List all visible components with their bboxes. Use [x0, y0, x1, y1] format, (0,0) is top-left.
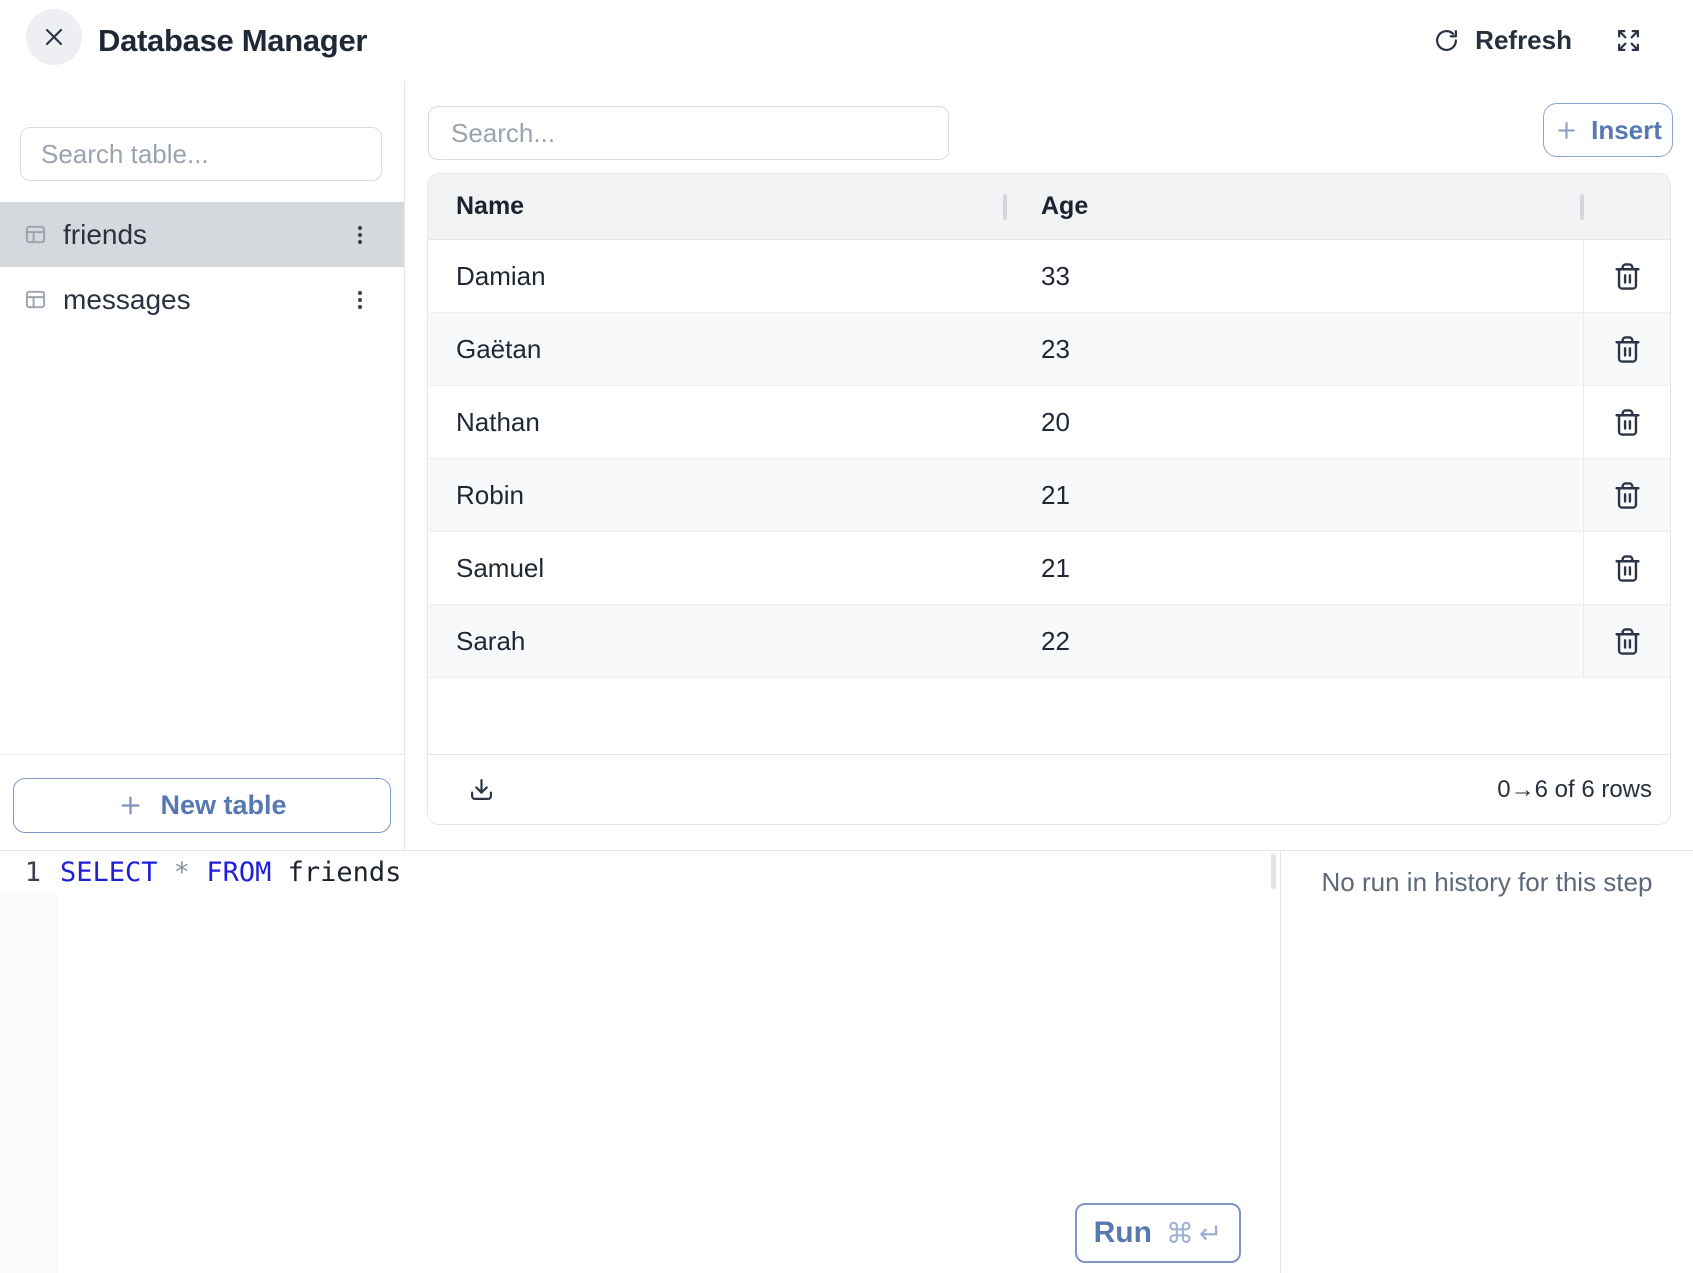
- row-actions: [1583, 313, 1670, 385]
- row-actions: [1583, 532, 1670, 604]
- sidebar: friends messages: [0, 81, 405, 850]
- refresh-button[interactable]: Refresh: [1434, 25, 1572, 56]
- kebab-icon: [348, 288, 372, 312]
- sql-table-name: friends: [288, 857, 402, 888]
- run-history-panel: No run in history for this step: [1281, 851, 1693, 1273]
- table-name: friends: [63, 219, 147, 251]
- editor-gutter: [0, 851, 58, 1273]
- rows-count: 0→6 of 6 rows: [1497, 776, 1652, 804]
- delete-row-button[interactable]: [1605, 546, 1649, 590]
- download-button[interactable]: [461, 770, 501, 810]
- cell-name: Robin: [428, 480, 1041, 511]
- table-name: messages: [63, 284, 191, 316]
- new-table-label: New table: [160, 790, 286, 821]
- cell-age: 33: [1041, 261, 1583, 292]
- trash-icon: [1613, 554, 1642, 583]
- new-table-button[interactable]: New table: [13, 778, 391, 833]
- column-resize-handle[interactable]: [1580, 194, 1584, 220]
- cell-age: 23: [1041, 334, 1583, 365]
- table-row[interactable]: Sarah 22: [428, 605, 1670, 678]
- table-icon: [24, 288, 47, 311]
- sql-keyword: SELECT: [60, 857, 174, 888]
- cmd-key-icon: ⌘: [1166, 1217, 1194, 1250]
- editor-scrollbar[interactable]: [1271, 853, 1276, 889]
- sql-code-line[interactable]: SELECT * FROM friends: [60, 857, 401, 888]
- close-icon: [42, 25, 66, 49]
- delete-row-button[interactable]: [1605, 400, 1649, 444]
- refresh-label: Refresh: [1475, 25, 1572, 56]
- trash-icon: [1613, 262, 1642, 291]
- cell-name: Nathan: [428, 407, 1041, 438]
- column-resize-handle[interactable]: [1003, 194, 1007, 220]
- table-row[interactable]: Damian 33: [428, 240, 1670, 313]
- table-row[interactable]: Samuel 21: [428, 532, 1670, 605]
- table-search-input[interactable]: [20, 127, 382, 181]
- table-list: friends messages: [0, 202, 404, 332]
- run-button[interactable]: Run ⌘ ↵: [1075, 1203, 1241, 1263]
- database-manager-window: Database Manager Refresh: [0, 0, 1693, 1273]
- topbar: Database Manager Refresh: [0, 0, 1693, 81]
- line-number: 1: [0, 857, 58, 888]
- table-row[interactable]: Nathan 20: [428, 386, 1670, 459]
- topbar-actions: Refresh: [1434, 0, 1641, 81]
- plus-icon: [1554, 118, 1579, 143]
- fullscreen-button[interactable]: [1616, 28, 1641, 53]
- trash-icon: [1613, 408, 1642, 437]
- sidebar-divider: [0, 754, 404, 755]
- kebab-icon: [348, 223, 372, 247]
- sidebar-item-friends[interactable]: friends: [0, 202, 404, 267]
- insert-label: Insert: [1591, 115, 1662, 146]
- cell-age: 20: [1041, 407, 1583, 438]
- trash-icon: [1613, 481, 1642, 510]
- page-title: Database Manager: [98, 0, 367, 81]
- table-row[interactable]: Robin 21: [428, 459, 1670, 532]
- row-actions: [1583, 240, 1670, 312]
- column-header-name[interactable]: Name: [428, 192, 1041, 221]
- messages-menu-button[interactable]: [344, 280, 376, 320]
- row-actions: [1583, 386, 1670, 458]
- data-table: Name Age Damian 33: [427, 173, 1671, 825]
- plus-icon: [117, 792, 144, 819]
- sql-editor[interactable]: 1 SELECT * FROM friends Run ⌘ ↵: [0, 851, 1281, 1273]
- table-footer: 0→6 of 6 rows: [428, 754, 1670, 824]
- table-header: Name Age: [428, 174, 1670, 240]
- cell-age: 21: [1041, 553, 1583, 584]
- column-header-age[interactable]: Age: [1041, 192, 1670, 221]
- delete-row-button[interactable]: [1605, 254, 1649, 298]
- table-row[interactable]: Gaëtan 23: [428, 313, 1670, 386]
- insert-button[interactable]: Insert: [1543, 103, 1673, 157]
- download-icon: [469, 777, 494, 802]
- delete-row-button[interactable]: [1605, 473, 1649, 517]
- rows-search-input[interactable]: [428, 106, 949, 160]
- run-shortcut: ⌘ ↵: [1166, 1217, 1222, 1250]
- cell-name: Damian: [428, 261, 1041, 292]
- cell-name: Sarah: [428, 626, 1041, 657]
- refresh-icon: [1434, 28, 1459, 53]
- run-label: Run: [1094, 1216, 1152, 1250]
- cell-name: Gaëtan: [428, 334, 1041, 365]
- delete-row-button[interactable]: [1605, 619, 1649, 663]
- cell-age: 22: [1041, 626, 1583, 657]
- sidebar-item-messages[interactable]: messages: [0, 267, 404, 332]
- trash-icon: [1613, 335, 1642, 364]
- delete-row-button[interactable]: [1605, 327, 1649, 371]
- history-empty-message: No run in history for this step: [1281, 867, 1693, 898]
- cell-name: Samuel: [428, 553, 1041, 584]
- expand-icon: [1616, 28, 1641, 53]
- trash-icon: [1613, 627, 1642, 656]
- row-actions: [1583, 459, 1670, 531]
- enter-key-icon: ↵: [1199, 1217, 1222, 1250]
- cell-age: 21: [1041, 480, 1583, 511]
- bottom-panel: 1 SELECT * FROM friends Run ⌘ ↵ No run i…: [0, 850, 1693, 1273]
- row-actions: [1583, 605, 1670, 677]
- sql-star: *: [174, 857, 207, 888]
- table-icon: [24, 223, 47, 246]
- friends-menu-button[interactable]: [344, 215, 376, 255]
- sql-keyword: FROM: [206, 857, 287, 888]
- close-button[interactable]: [26, 9, 82, 65]
